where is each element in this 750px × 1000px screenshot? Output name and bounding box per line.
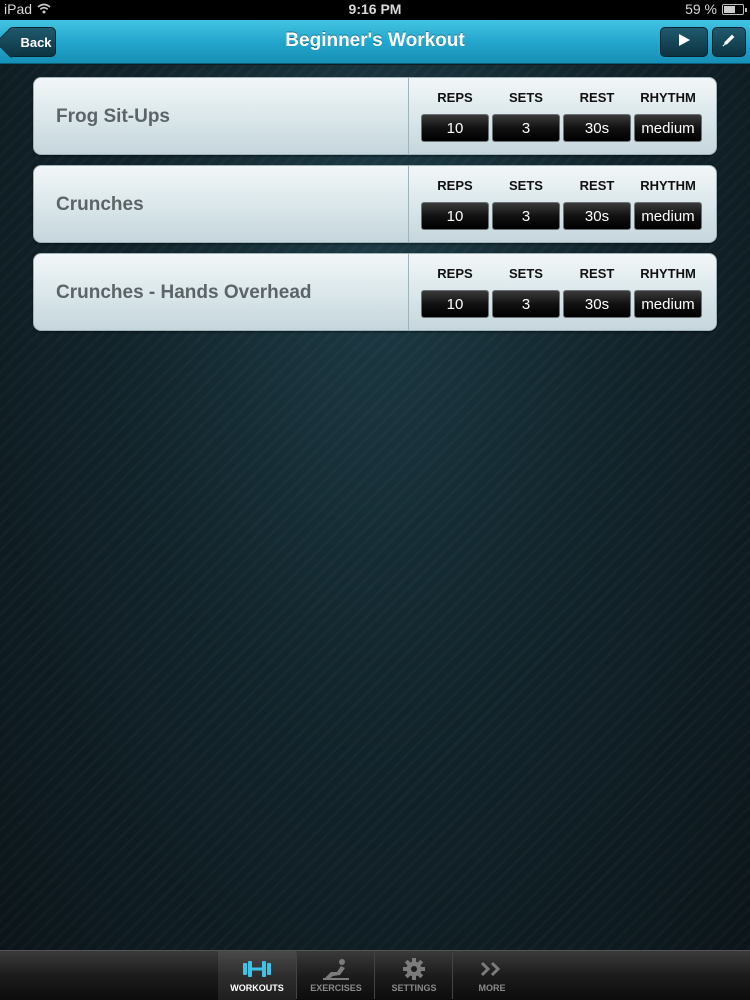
dumbbell-icon xyxy=(218,951,296,981)
rhythm-column: RHYTHM medium xyxy=(634,90,702,142)
battery-percent: 59 % xyxy=(685,1,717,17)
reps-column: REPS 10 xyxy=(421,178,489,230)
sets-label: SETS xyxy=(509,90,543,105)
exercise-figure-icon xyxy=(297,951,375,981)
rest-value[interactable]: 30s xyxy=(563,202,631,230)
reps-label: REPS xyxy=(437,266,473,281)
gear-icon xyxy=(375,951,453,981)
tab-workouts[interactable]: WORKOUTS xyxy=(218,951,296,1000)
reps-value[interactable]: 10 xyxy=(421,290,489,318)
tab-settings[interactable]: SETTINGS xyxy=(375,951,453,1000)
rhythm-column: RHYTHM medium xyxy=(634,178,702,230)
exercise-card[interactable]: Frog Sit-Ups REPS 10 SETS 3 REST 30s RHY… xyxy=(33,77,717,155)
card-divider xyxy=(408,254,409,330)
rest-column: REST 30s xyxy=(563,178,631,230)
sets-label: SETS xyxy=(509,266,543,281)
tab-label: EXERCISES xyxy=(310,983,362,993)
play-icon xyxy=(677,33,691,52)
exercise-card[interactable]: Crunches REPS 10 SETS 3 REST 30s RHYTHM … xyxy=(33,165,717,243)
tab-label: WORKOUTS xyxy=(230,983,284,993)
reps-value[interactable]: 10 xyxy=(421,202,489,230)
reps-column: REPS 10 xyxy=(421,266,489,318)
rest-column: REST 30s xyxy=(563,266,631,318)
play-button[interactable] xyxy=(660,27,708,57)
battery-icon xyxy=(722,3,747,15)
tab-exercises[interactable]: EXERCISES xyxy=(297,951,375,1000)
rest-label: REST xyxy=(579,178,615,193)
reps-label: REPS xyxy=(437,90,473,105)
rhythm-label: RHYTHM xyxy=(640,90,696,105)
reps-value[interactable]: 10 xyxy=(421,114,489,142)
exercise-name: Crunches xyxy=(56,194,144,215)
back-button-label: Back xyxy=(20,34,52,50)
rest-column: REST 30s xyxy=(563,90,631,142)
rhythm-value[interactable]: medium xyxy=(634,114,702,142)
reps-label: REPS xyxy=(437,178,473,193)
status-time: 9:16 PM xyxy=(348,1,402,17)
sets-value[interactable]: 3 xyxy=(492,202,560,230)
sets-column: SETS 3 xyxy=(492,178,560,230)
exercise-card[interactable]: Crunches - Hands Overhead REPS 10 SETS 3… xyxy=(33,253,717,331)
rhythm-column: RHYTHM medium xyxy=(634,266,702,318)
rhythm-label: RHYTHM xyxy=(640,178,696,193)
rest-value[interactable]: 30s xyxy=(563,114,631,142)
card-divider xyxy=(408,166,409,242)
card-divider xyxy=(408,78,409,154)
rest-label: REST xyxy=(579,90,615,105)
navigation-bar: Back Beginner's Workout xyxy=(0,20,750,64)
sets-label: SETS xyxy=(509,178,543,193)
rest-label: REST xyxy=(579,266,615,281)
exercise-name: Crunches - Hands Overhead xyxy=(56,282,312,303)
tab-label: SETTINGS xyxy=(391,983,437,993)
rhythm-value[interactable]: medium xyxy=(634,290,702,318)
edit-button[interactable] xyxy=(712,27,746,57)
pencil-icon xyxy=(721,32,737,53)
exercise-name: Frog Sit-Ups xyxy=(56,106,170,127)
sets-value[interactable]: 3 xyxy=(492,290,560,318)
page-title: Beginner's Workout xyxy=(285,30,465,51)
sets-column: SETS 3 xyxy=(492,266,560,318)
reps-column: REPS 10 xyxy=(421,90,489,142)
rhythm-label: RHYTHM xyxy=(640,266,696,281)
sets-column: SETS 3 xyxy=(492,90,560,142)
tab-more[interactable]: MORE xyxy=(453,951,531,1000)
double-chevron-right-icon xyxy=(453,951,531,981)
rest-value[interactable]: 30s xyxy=(563,290,631,318)
sets-value[interactable]: 3 xyxy=(492,114,560,142)
status-bar: iPad 9:16 PM 59 % xyxy=(0,0,750,20)
tab-label: MORE xyxy=(478,983,506,993)
rhythm-value[interactable]: medium xyxy=(634,202,702,230)
back-button[interactable]: Back xyxy=(8,27,56,57)
tab-bar: WORKOUTS EXERCISES SETTINGS MORE xyxy=(0,950,750,1000)
workout-exercise-list: Frog Sit-Ups REPS 10 SETS 3 REST 30s RHY… xyxy=(0,65,750,950)
